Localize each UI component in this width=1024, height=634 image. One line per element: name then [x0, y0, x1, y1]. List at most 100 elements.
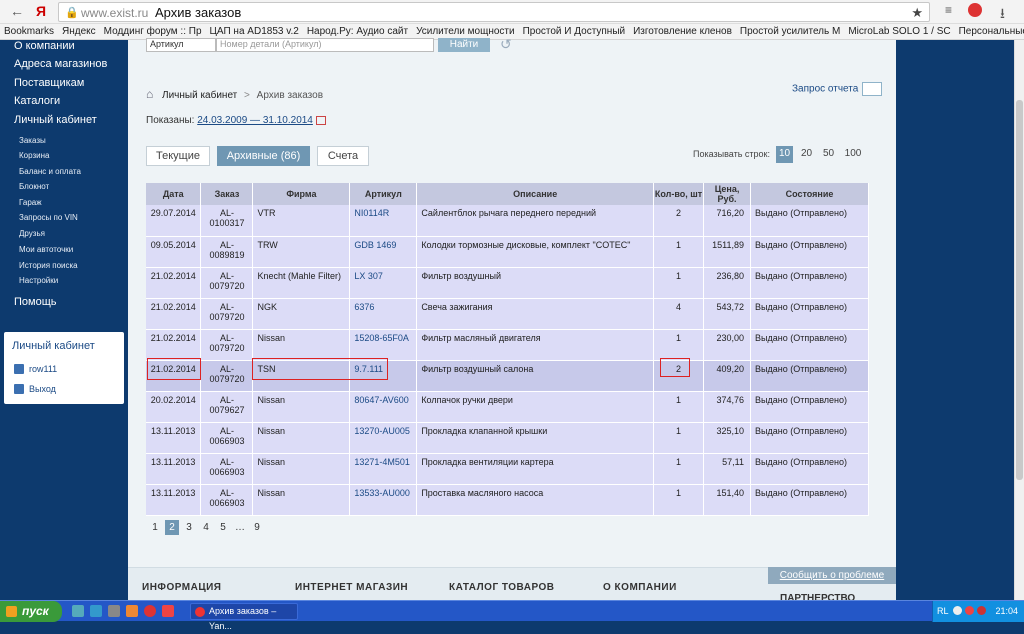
- col-price[interactable]: Цена, Руб.: [703, 183, 752, 205]
- bookmark-item[interactable]: Простой усилитель М: [740, 24, 840, 39]
- footer-shop[interactable]: ИНТЕРНЕТ МАГАЗИН: [295, 582, 408, 593]
- page-link[interactable]: 1: [148, 520, 162, 535]
- bookmark-item[interactable]: Персональные Стран: [959, 24, 1024, 39]
- cell-article: 15208-65F0A: [349, 329, 418, 361]
- col-qty[interactable]: Кол-во, шт: [653, 183, 705, 205]
- cell-description: Фильтр воздушный салона: [416, 360, 655, 392]
- article-link[interactable]: 13271-4M501: [354, 457, 410, 467]
- date-range-link[interactable]: 24.03.2009 — 31.10.2014: [197, 115, 313, 126]
- quicklaunch-icon[interactable]: [126, 605, 138, 617]
- home-icon[interactable]: ⌂: [146, 87, 153, 101]
- page-link[interactable]: 3: [182, 520, 196, 535]
- report-request-label[interactable]: Запрос отчета: [792, 84, 858, 95]
- mail-icon[interactable]: [862, 82, 883, 96]
- menu-icon[interactable]: ≡: [945, 3, 952, 17]
- article-link[interactable]: GDB 1469: [354, 240, 396, 250]
- rows-option-20[interactable]: 20: [798, 146, 815, 163]
- quicklaunch-icon[interactable]: [108, 605, 120, 617]
- pagination: 1 2 3 4 5… 9: [148, 520, 267, 535]
- page-link[interactable]: …: [233, 520, 247, 535]
- cabinet-exit[interactable]: Выход: [29, 384, 56, 394]
- scrollbar[interactable]: [1014, 40, 1024, 600]
- tab-current[interactable]: Текущие: [146, 146, 210, 166]
- sidebar-sub-friends[interactable]: Друзья: [19, 229, 45, 238]
- adblock-icon[interactable]: [968, 3, 982, 17]
- page-link[interactable]: 2: [165, 520, 179, 535]
- rows-option-50[interactable]: 50: [820, 146, 837, 163]
- search-input[interactable]: Номер детали (Артикул): [216, 38, 434, 52]
- breadcrumb-cabinet[interactable]: Личный кабинет: [162, 90, 237, 101]
- tray-icon[interactable]: [977, 606, 986, 615]
- bookmark-item[interactable]: Яндекс: [62, 24, 96, 39]
- rows-option-100[interactable]: 100: [842, 146, 864, 163]
- article-link[interactable]: 6376: [354, 302, 374, 312]
- bookmark-item[interactable]: Изготовление кленов: [633, 24, 732, 39]
- search-type-select[interactable]: Артикул: [146, 38, 216, 52]
- yandex-logo-icon[interactable]: Я: [36, 3, 46, 19]
- sidebar-item-cabinet[interactable]: Личный кабинет: [14, 114, 97, 126]
- footer-info[interactable]: ИНФОРМАЦИЯ: [142, 582, 222, 593]
- star-icon[interactable]: ★: [911, 5, 923, 21]
- cabinet-user[interactable]: row111: [29, 364, 57, 374]
- address-bar[interactable]: 🔒 www.exist.ru Архив заказов ★: [58, 2, 930, 22]
- sidebar-sub-history[interactable]: История поиска: [19, 261, 78, 270]
- tab-invoices[interactable]: Счета: [317, 146, 369, 166]
- sidebar-sub-garage[interactable]: Гараж: [19, 198, 42, 207]
- sidebar-sub-notebook[interactable]: Блокнот: [19, 182, 49, 191]
- col-firm[interactable]: Фирма: [252, 183, 351, 205]
- quicklaunch-icon[interactable]: [144, 605, 156, 617]
- page-link[interactable]: 9: [250, 520, 264, 535]
- tab-archive[interactable]: Архивные (86): [217, 146, 310, 166]
- col-description[interactable]: Описание: [416, 183, 655, 205]
- cell-order: AL- 0066903: [200, 484, 254, 516]
- clock: 21:04: [995, 606, 1018, 616]
- bookmark-item[interactable]: Bookmarks: [4, 24, 54, 39]
- page-link[interactable]: 4: [199, 520, 213, 535]
- report-problem-button[interactable]: Сообщить о проблеме: [768, 567, 896, 584]
- footer-about[interactable]: О КОМПАНИИ: [603, 582, 677, 593]
- scrollbar-thumb[interactable]: [1016, 100, 1023, 480]
- sidebar-sub-vin[interactable]: Запросы по VIN: [19, 213, 78, 222]
- sidebar-item-suppliers[interactable]: Поставщикам: [14, 77, 84, 89]
- sidebar-sub-settings[interactable]: Настройки: [19, 276, 58, 285]
- sidebar-item-stores[interactable]: Адреса магазинов: [14, 58, 107, 70]
- history-icon[interactable]: ↺: [500, 36, 512, 53]
- footer-catalog[interactable]: КАТАЛОГ ТОВАРОВ: [449, 582, 555, 593]
- sidebar-sub-balance[interactable]: Баланс и оплата: [19, 167, 81, 176]
- article-link[interactable]: LX 307: [354, 271, 383, 281]
- article-link[interactable]: 15208-65F0A: [354, 333, 409, 343]
- bookmark-item[interactable]: MicroLab SOLO 1 / SC: [848, 24, 950, 39]
- cell-article: GDB 1469: [349, 236, 418, 268]
- sidebar-sub-cart[interactable]: Корзина: [19, 151, 49, 160]
- article-link[interactable]: 13270-AU005: [354, 426, 410, 436]
- col-order[interactable]: Заказ: [200, 183, 254, 205]
- col-article[interactable]: Артикул: [349, 183, 418, 205]
- article-link[interactable]: NI0114R: [354, 208, 389, 218]
- tray-icon[interactable]: [953, 606, 962, 615]
- search-button[interactable]: Найти: [438, 38, 490, 52]
- quicklaunch-icon[interactable]: [162, 605, 174, 617]
- rows-option-10[interactable]: 10: [776, 146, 793, 163]
- quicklaunch-icon[interactable]: [90, 605, 102, 617]
- col-status[interactable]: Состояние: [750, 183, 869, 205]
- sidebar-item-about[interactable]: О компании: [14, 40, 75, 52]
- back-arrow-icon[interactable]: ←: [10, 3, 24, 19]
- bookmark-item[interactable]: Простой И Доступный: [523, 24, 626, 39]
- sidebar-sub-orders[interactable]: Заказы: [19, 136, 46, 145]
- sidebar-item-help[interactable]: Помощь: [14, 296, 57, 308]
- tray-icon[interactable]: [965, 606, 974, 615]
- article-link[interactable]: 80647-AV600: [354, 395, 408, 405]
- quicklaunch-icon[interactable]: [72, 605, 84, 617]
- page-link[interactable]: 5: [216, 520, 230, 535]
- language-indicator[interactable]: RL: [937, 606, 949, 616]
- sidebar-sub-points[interactable]: Мои автоточки: [19, 245, 73, 254]
- article-link[interactable]: 13533-AU000: [354, 488, 410, 498]
- start-button[interactable]: пуск: [0, 601, 62, 622]
- cell-date: 09.05.2014: [146, 236, 202, 268]
- calendar-icon[interactable]: [315, 115, 326, 125]
- report-request[interactable]: Запрос отчета: [792, 82, 883, 96]
- col-date[interactable]: Дата: [146, 183, 202, 205]
- sidebar-item-catalogs[interactable]: Каталоги: [14, 95, 60, 107]
- cell-order: AL- 0066903: [200, 422, 254, 454]
- taskbar-window[interactable]: Архив заказов – Yan...: [190, 603, 298, 631]
